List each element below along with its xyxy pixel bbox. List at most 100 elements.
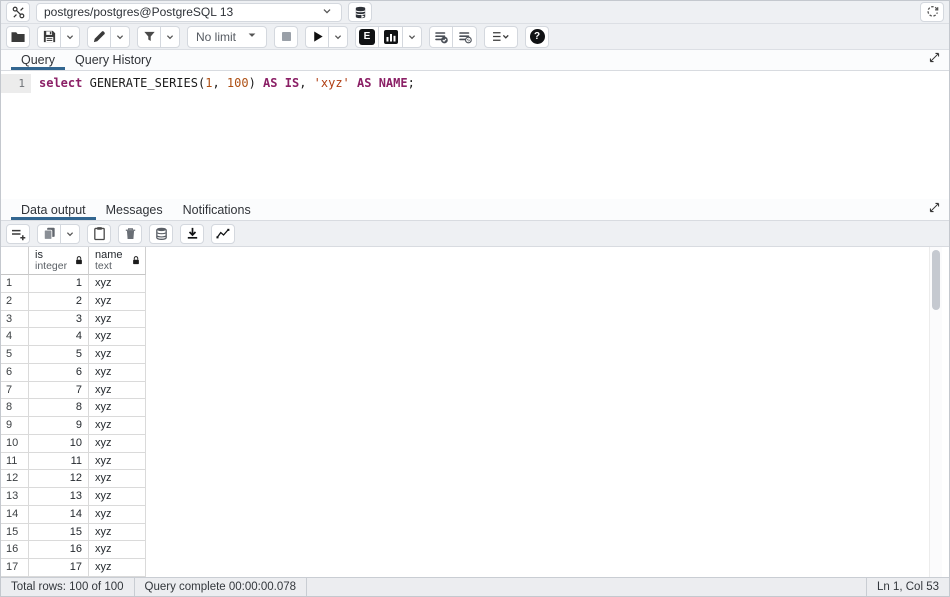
vertical-scrollbar[interactable] <box>929 247 942 577</box>
graph-visualiser-button[interactable] <box>211 224 235 244</box>
cell-is[interactable]: 14 <box>29 506 89 524</box>
row-number-cell[interactable]: 9 <box>1 417 29 435</box>
stop-icon <box>279 29 294 44</box>
cell-is[interactable]: 8 <box>29 399 89 417</box>
save-button[interactable] <box>37 26 61 48</box>
scrollbar-thumb[interactable] <box>932 250 940 310</box>
row-number-cell[interactable]: 2 <box>1 293 29 311</box>
help-button[interactable]: ? <box>525 26 549 48</box>
cell-name[interactable]: xyz <box>89 275 146 293</box>
row-number-cell[interactable]: 1 <box>1 275 29 293</box>
tab-query-label: Query <box>21 53 55 67</box>
cell-name[interactable]: xyz <box>89 293 146 311</box>
tab-query[interactable]: Query <box>11 50 65 70</box>
explain-analyze-icon <box>383 29 399 45</box>
explain-button[interactable]: E <box>355 26 379 48</box>
row-number-cell[interactable]: 11 <box>1 453 29 471</box>
save-data-changes-button[interactable] <box>149 224 173 244</box>
cell-name[interactable]: xyz <box>89 417 146 435</box>
cell-name[interactable]: xyz <box>89 435 146 453</box>
add-row-button[interactable] <box>6 224 30 244</box>
row-number-cell[interactable]: 14 <box>1 506 29 524</box>
column-header-is[interactable]: is integer <box>29 247 89 275</box>
macro-button[interactable] <box>484 26 518 48</box>
row-limit-select[interactable]: No limit <box>187 26 267 48</box>
row-number-cell[interactable]: 13 <box>1 488 29 506</box>
explain-analyze-button[interactable] <box>379 26 403 48</box>
cell-is[interactable]: 1 <box>29 275 89 293</box>
cell-name[interactable]: xyz <box>89 524 146 542</box>
row-number-cell[interactable]: 5 <box>1 346 29 364</box>
cell-is[interactable]: 7 <box>29 382 89 400</box>
column-header-name[interactable]: name text <box>89 247 146 275</box>
sql-editor[interactable]: 1 select GENERATE_SERIES(1, 100) AS IS, … <box>1 71 949 199</box>
new-connection-button[interactable] <box>348 2 372 22</box>
tab-notifications[interactable]: Notifications <box>173 199 261 220</box>
cell-name[interactable]: xyz <box>89 541 146 559</box>
cell-is[interactable]: 10 <box>29 435 89 453</box>
cell-name[interactable]: xyz <box>89 488 146 506</box>
tab-messages[interactable]: Messages <box>96 199 173 220</box>
delete-row-button[interactable] <box>118 224 142 244</box>
cell-is[interactable]: 3 <box>29 311 89 329</box>
explain-dropdown-button[interactable] <box>403 26 422 48</box>
row-number-cell[interactable]: 12 <box>1 470 29 488</box>
copy-button[interactable] <box>37 224 61 244</box>
execute-dropdown-button[interactable] <box>329 26 348 48</box>
cell-name[interactable]: xyz <box>89 453 146 471</box>
connection-busy-button[interactable] <box>920 2 944 22</box>
cell-name[interactable]: xyz <box>89 506 146 524</box>
editor-tab-bar: Query Query History <box>1 50 949 71</box>
cell-name[interactable]: xyz <box>89 470 146 488</box>
cell-is[interactable]: 15 <box>29 524 89 542</box>
output-expand-button[interactable] <box>928 201 941 219</box>
row-number-cell[interactable]: 16 <box>1 541 29 559</box>
cell-is[interactable]: 4 <box>29 328 89 346</box>
filter-dropdown-button[interactable] <box>161 26 180 48</box>
row-number-cell[interactable]: 8 <box>1 399 29 417</box>
cell-is[interactable]: 13 <box>29 488 89 506</box>
cancel-query-button[interactable] <box>274 26 298 48</box>
row-number-cell[interactable]: 6 <box>1 364 29 382</box>
open-file-button[interactable] <box>6 26 30 48</box>
cell-is[interactable]: 6 <box>29 364 89 382</box>
connection-dropdown[interactable]: postgres/postgres@PostgreSQL 13 <box>36 3 342 22</box>
cell-is[interactable]: 11 <box>29 453 89 471</box>
cursor-position-text: Ln 1, Col 53 <box>877 581 939 593</box>
cell-is[interactable]: 16 <box>29 541 89 559</box>
tab-data-output[interactable]: Data output <box>11 199 96 220</box>
editor-expand-button[interactable] <box>928 51 941 69</box>
row-number-cell[interactable]: 3 <box>1 311 29 329</box>
download-results-button[interactable] <box>180 224 204 244</box>
edit-dropdown-button[interactable] <box>111 26 130 48</box>
filter-button[interactable] <box>137 26 161 48</box>
rollback-button[interactable] <box>453 26 477 48</box>
cell-is[interactable]: 12 <box>29 470 89 488</box>
sql-code-line[interactable]: select GENERATE_SERIES(1, 100) AS IS, 'x… <box>39 75 415 92</box>
paste-button[interactable] <box>87 224 111 244</box>
edit-button[interactable] <box>87 26 111 48</box>
cell-name[interactable]: xyz <box>89 559 146 577</box>
cell-is[interactable]: 17 <box>29 559 89 577</box>
save-dropdown-button[interactable] <box>61 26 80 48</box>
row-number-cell[interactable]: 17 <box>1 559 29 577</box>
execute-button[interactable] <box>305 26 329 48</box>
connection-status-button[interactable] <box>6 2 30 22</box>
cell-is[interactable]: 9 <box>29 417 89 435</box>
row-number-cell[interactable]: 7 <box>1 382 29 400</box>
copy-dropdown-button[interactable] <box>61 224 80 244</box>
tab-query-history[interactable]: Query History <box>65 50 161 70</box>
row-number-cell[interactable]: 15 <box>1 524 29 542</box>
select-all-header[interactable] <box>1 247 29 275</box>
cell-name[interactable]: xyz <box>89 382 146 400</box>
commit-button[interactable] <box>429 26 453 48</box>
cell-is[interactable]: 2 <box>29 293 89 311</box>
cell-name[interactable]: xyz <box>89 364 146 382</box>
cell-name[interactable]: xyz <box>89 328 146 346</box>
cell-is[interactable]: 5 <box>29 346 89 364</box>
cell-name[interactable]: xyz <box>89 346 146 364</box>
row-number-cell[interactable]: 10 <box>1 435 29 453</box>
cell-name[interactable]: xyz <box>89 311 146 329</box>
cell-name[interactable]: xyz <box>89 399 146 417</box>
row-number-cell[interactable]: 4 <box>1 328 29 346</box>
